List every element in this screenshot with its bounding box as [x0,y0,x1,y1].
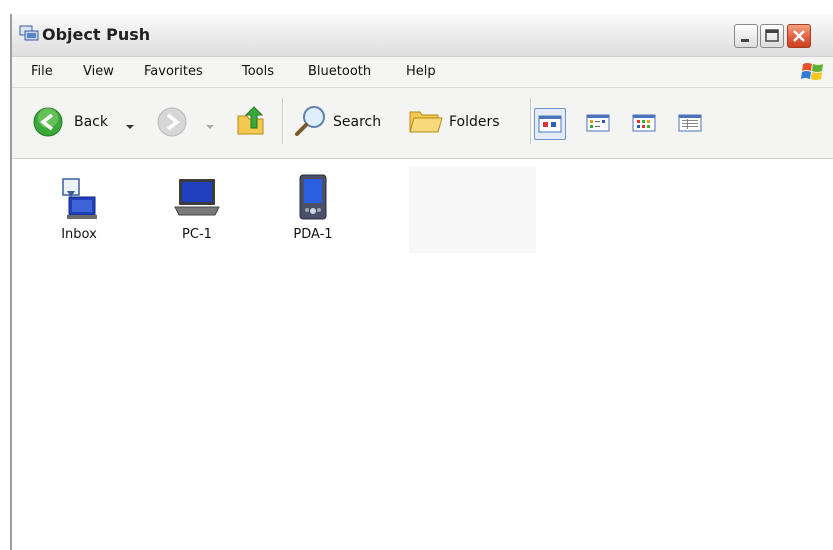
search-label: Search [333,114,382,130]
minimize-icon [741,39,749,42]
back-label: Back [74,114,108,130]
search-button[interactable]: Search [294,104,402,140]
selection-shadow [409,167,536,253]
item-label: PDA-1 [293,227,333,242]
title-bar[interactable]: Object Push [12,14,833,57]
item-label: Inbox [61,227,97,242]
icons-view-icon [632,114,656,132]
maximize-icon [765,29,779,42]
up-folder-button[interactable] [235,104,269,142]
view-icons-button[interactable] [629,108,661,140]
folders-icon [409,111,443,133]
pda-icon [299,174,327,220]
back-arrow-icon [33,107,63,137]
maximize-button[interactable] [760,24,784,48]
toolbar-separator [282,98,284,144]
toolbar: Back Search Folders [12,88,833,159]
tiles-view-icon [586,114,610,132]
inbox-icon [62,178,97,219]
forward-arrow-icon [157,107,187,137]
search-icon [295,106,325,136]
close-icon [793,30,805,42]
minimize-button[interactable] [734,24,758,48]
folder-network-icon [19,23,39,47]
menu-view[interactable]: View [83,64,114,79]
view-tiles-button[interactable] [583,108,615,140]
forward-button[interactable] [156,106,188,142]
back-dropdown-icon[interactable] [125,119,135,134]
folders-button[interactable]: Folders [408,104,518,140]
folders-label: Folders [449,114,500,130]
menu-tools[interactable]: Tools [242,64,274,79]
close-button[interactable] [787,24,811,48]
laptop-icon [174,179,220,216]
windows-logo-icon [800,60,826,88]
menu-file[interactable]: File [31,64,53,79]
menu-bar: File View Favorites Tools Bluetooth Help [12,57,833,88]
up-folder-icon [237,106,264,135]
menu-favorites[interactable]: Favorites [144,64,203,79]
window-title: Object Push [42,25,151,44]
view-filmstrip-button[interactable] [534,108,566,140]
menu-help[interactable]: Help [406,64,436,79]
thumbnails-view-icon [538,115,562,133]
file-list-area[interactable]: Inbox PC-1 PDA-1 [12,159,833,550]
menu-bluetooth[interactable]: Bluetooth [308,64,371,79]
explorer-window: Object Push File View Favorites Tools Bl… [10,14,833,550]
details-view-icon [678,114,702,132]
view-details-button[interactable] [675,108,707,140]
forward-dropdown-icon[interactable] [205,119,215,134]
toolbar-separator [530,98,532,144]
item-label: PC-1 [182,227,212,242]
